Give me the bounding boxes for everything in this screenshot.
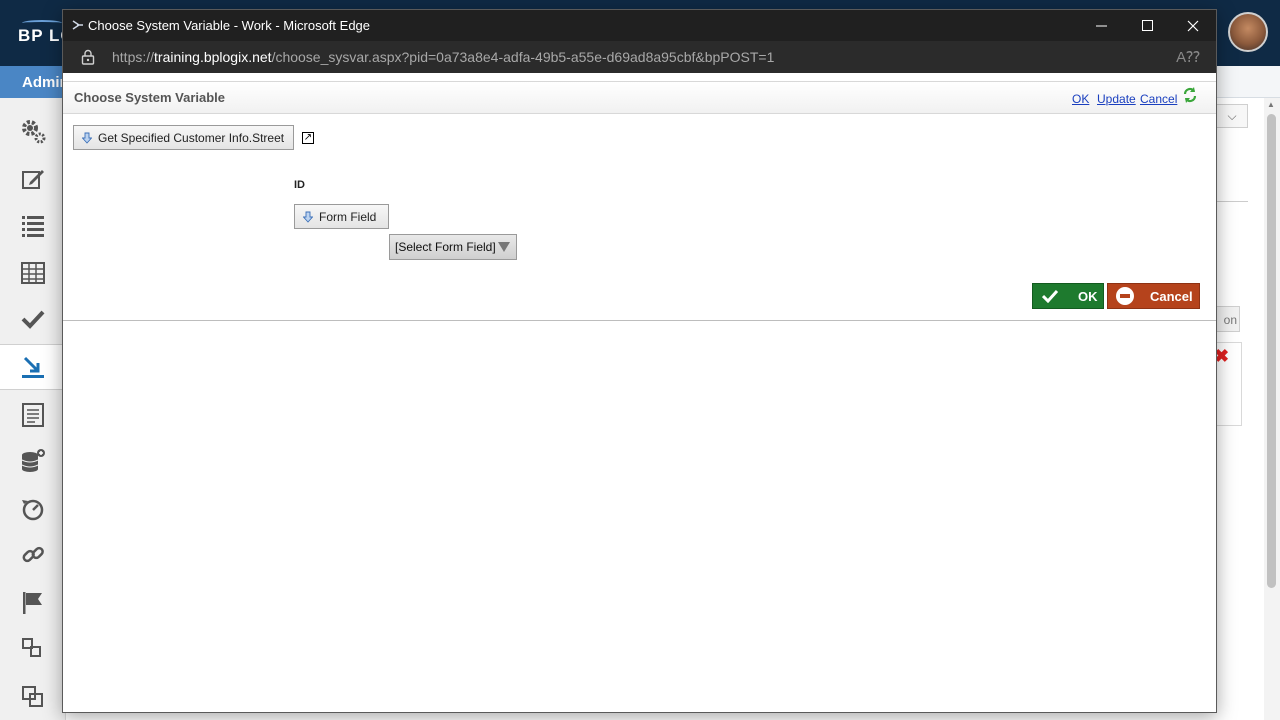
variable-token-button[interactable]: Get Specified Customer Info.Street [73, 125, 294, 150]
address-bar[interactable]: https://training.bplogix.net/choose_sysv… [63, 41, 1216, 73]
select-form-field-dropdown[interactable]: [Select Form Field] [389, 234, 517, 260]
url-path: /choose_sysvar.aspx?pid=0a73a8e4-adfa-49… [271, 49, 775, 65]
import-icon [22, 356, 44, 378]
list-icon [22, 216, 44, 237]
header-ok-link[interactable]: OK [1072, 92, 1089, 106]
edge-popup-window: Choose System Variable - Work - Microsof… [62, 9, 1217, 713]
form-field-token-button[interactable]: Form Field [294, 204, 389, 229]
admin-tab[interactable]: Admir [0, 66, 70, 98]
sidebar-item-settings[interactable] [0, 108, 66, 154]
arrow-down-icon [82, 132, 92, 144]
refresh-icon[interactable] [1181, 86, 1199, 104]
sidebar-item-copy[interactable] [0, 674, 66, 720]
edit-icon [22, 170, 44, 189]
lock-icon[interactable] [81, 49, 95, 65]
dialog-title: Choose System Variable [74, 90, 226, 105]
background-button[interactable]: on [1216, 306, 1240, 332]
link-icon [22, 546, 44, 563]
edge-app-icon [72, 20, 83, 30]
window-title: Choose System Variable - Work - Microsof… [88, 18, 371, 33]
hierarchy-icon [22, 638, 41, 657]
ok-button-label: OK [1078, 288, 1098, 304]
sidebar-item-tasks[interactable] [0, 296, 66, 342]
scrollbar-thumb[interactable] [1267, 114, 1276, 588]
header-cancel-link[interactable]: Cancel [1140, 92, 1177, 106]
dropdown-arrow-icon [498, 242, 510, 252]
user-avatar[interactable] [1228, 12, 1268, 52]
arrow-down-icon [303, 211, 313, 223]
url-prefix: https:// [112, 49, 155, 65]
maximize-icon [1141, 20, 1153, 31]
form-field-token-label: Form Field [319, 209, 377, 224]
read-aloud-icon[interactable]: A⁇ [1176, 48, 1200, 66]
cancel-button[interactable]: Cancel [1107, 283, 1200, 309]
ok-button[interactable]: OK [1032, 283, 1104, 309]
background-dropdown[interactable]: ⌵ [1216, 104, 1248, 128]
database-add-icon [21, 449, 45, 472]
cancel-button-label: Cancel [1150, 288, 1193, 304]
sidebar-item-import[interactable] [0, 344, 66, 390]
sidebar-item-flags[interactable] [0, 580, 66, 626]
url-text[interactable]: https://training.bplogix.net/choose_sysv… [112, 49, 774, 65]
sidebar-item-table[interactable] [0, 250, 66, 296]
sidebar-item-hierarchy[interactable] [0, 626, 66, 672]
background-divider [1216, 201, 1248, 202]
select-form-field-label: [Select Form Field] [395, 240, 496, 254]
header-update-link[interactable]: Update [1097, 92, 1136, 106]
copy-icon [22, 686, 43, 707]
app-sidebar [0, 98, 66, 720]
sidebar-item-edit[interactable] [0, 156, 66, 202]
table-icon [21, 262, 45, 284]
sidebar-item-timeline[interactable] [0, 486, 66, 532]
close-window-button[interactable] [1170, 10, 1216, 41]
scroll-up-arrow-icon[interactable]: ▲ [1267, 100, 1275, 109]
minimize-icon [1095, 25, 1107, 27]
sidebar-item-database[interactable] [0, 438, 66, 484]
dialog-header: Choose System Variable OK Update Cancel [63, 81, 1216, 114]
url-host: training.bplogix.net [154, 49, 272, 65]
close-icon [1187, 20, 1199, 31]
checkmark-icon [21, 310, 45, 329]
chevron-down-icon: ⌵ [1227, 108, 1237, 123]
minimize-button[interactable] [1078, 10, 1124, 41]
open-external-icon[interactable]: ↗ [302, 132, 314, 144]
flag-icon [23, 592, 42, 614]
variable-token-label: Get Specified Customer Info.Street [98, 130, 285, 145]
sidebar-item-links[interactable] [0, 532, 66, 578]
sidebar-item-list[interactable] [0, 202, 66, 248]
minus-circle-icon [1116, 287, 1134, 305]
maximize-button[interactable] [1124, 10, 1170, 41]
checkmark-icon [1042, 289, 1058, 303]
timer-icon [22, 499, 44, 521]
gears-icon [22, 120, 46, 144]
param-label: ID [294, 179, 305, 191]
window-titlebar: Choose System Variable - Work - Microsof… [63, 10, 1216, 41]
sidebar-item-report[interactable] [0, 392, 66, 438]
report-icon [22, 403, 44, 427]
